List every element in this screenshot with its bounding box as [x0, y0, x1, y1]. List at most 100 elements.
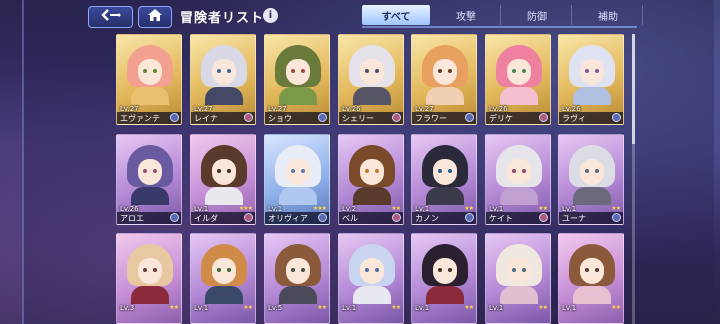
back-arrow-icon [100, 8, 122, 26]
character-portrait [422, 145, 468, 205]
character-portrait [496, 45, 542, 105]
portrait-outfit [426, 286, 464, 304]
portrait-outfit [500, 286, 538, 304]
scrollbar-thumb[interactable] [632, 34, 635, 144]
portrait-eye [365, 169, 369, 173]
class-badge-icon [465, 113, 474, 122]
class-badge-icon [244, 213, 253, 222]
portrait-face [580, 59, 604, 85]
class-badge-icon [392, 113, 401, 122]
adventurer-card[interactable]: Lv.2 ★★ ベル [338, 134, 404, 225]
adventurer-card[interactable]: Lv.26 ラヴィ [558, 34, 624, 125]
portrait-eye [153, 69, 157, 73]
name-bar: デリケ [486, 112, 550, 124]
class-badge-icon [539, 113, 548, 122]
class-badge-icon [244, 113, 253, 122]
portrait-face [138, 159, 162, 185]
rarity-stars: ★★ [611, 304, 621, 311]
class-badge-icon [612, 113, 621, 122]
portrait-outfit [279, 87, 317, 105]
portrait-eye [365, 69, 369, 73]
portrait-outfit [205, 187, 243, 205]
portrait-outfit [131, 187, 169, 205]
adventurer-card[interactable]: Lv.27 レイナ [190, 34, 256, 125]
adventurer-name: カノン [415, 214, 439, 223]
portrait-outfit [205, 87, 243, 105]
portrait-eye [217, 169, 221, 173]
character-portrait [127, 45, 173, 105]
portrait-outfit [131, 286, 169, 304]
adventurer-name: オリヴィア [268, 214, 308, 223]
adventurer-card[interactable]: Lv.1 ★★ [190, 233, 256, 324]
portrait-outfit [500, 87, 538, 105]
portrait-eye [153, 169, 157, 173]
adventurer-card[interactable]: Lv.1 ★★ ユーナ [558, 134, 624, 225]
portrait-eye [448, 169, 452, 173]
adventurer-name: ラヴィ [562, 114, 586, 123]
portrait-face [360, 258, 384, 284]
portrait-eye [448, 69, 452, 73]
tab-attack[interactable]: 攻撃 [432, 5, 501, 25]
adventurer-card[interactable]: Lv.27 ショウ [264, 34, 330, 125]
level-label: Lv.1 [562, 304, 577, 312]
adventurer-card[interactable]: Lv.1 ★★ [338, 233, 404, 324]
adventurer-card[interactable]: Lv.3 ★★ [116, 233, 182, 324]
name-bar: ユーナ [559, 212, 623, 224]
adventurer-card[interactable]: Lv.26 デリケ [485, 34, 551, 125]
portrait-eye [227, 169, 231, 173]
info-icon[interactable]: i [263, 8, 278, 23]
name-bar: アロエ [117, 212, 181, 224]
portrait-face [212, 258, 236, 284]
character-portrait [275, 244, 321, 304]
adventurer-card[interactable]: Lv.27 フラワー [411, 34, 477, 125]
page-title: 冒険者リスト [180, 11, 265, 26]
rarity-stars: ★★ [391, 205, 401, 212]
adventurer-card[interactable]: Lv.26 アロエ [116, 134, 182, 225]
tab-defense[interactable]: 防御 [503, 5, 572, 25]
character-portrait [201, 45, 247, 105]
portrait-eye [217, 268, 221, 272]
level-label: Lv.1 [489, 304, 504, 312]
class-badge-icon [392, 213, 401, 222]
adventurer-name: ユーナ [562, 214, 586, 223]
portrait-face [433, 258, 457, 284]
tab-support[interactable]: 補助 [574, 5, 643, 25]
home-button[interactable] [138, 6, 172, 28]
adventurer-card[interactable]: Lv.27 エヴァンテ [116, 34, 182, 125]
adventurer-name: エヴァンテ [120, 114, 160, 123]
adventurer-card[interactable]: Lv.1 ★★★ オリヴィア [264, 134, 330, 225]
adventurer-card[interactable]: Lv.1 ★★ [411, 233, 477, 324]
class-badge-icon [539, 213, 548, 222]
portrait-eye [595, 69, 599, 73]
adventurer-card[interactable]: Lv.5 ★★ [264, 233, 330, 324]
portrait-face [212, 59, 236, 85]
adventurer-card[interactable]: Lv.1 ★★ [558, 233, 624, 324]
portrait-eye [512, 169, 516, 173]
adventurer-card[interactable]: Lv.1 ★★ [485, 233, 551, 324]
portrait-outfit [205, 286, 243, 304]
character-portrait [275, 145, 321, 205]
tab-all[interactable]: すべて [362, 5, 430, 25]
portrait-outfit [353, 286, 391, 304]
adventurer-card[interactable]: Lv.1 ★★ ケイト [485, 134, 551, 225]
portrait-outfit [279, 286, 317, 304]
name-bar: ラヴィ [559, 112, 623, 124]
character-portrait [349, 45, 395, 105]
character-portrait [127, 145, 173, 205]
adventurer-card[interactable]: Lv.1 ★★★ イルダ [190, 134, 256, 225]
filter-tabs: すべて 攻撃 防御 補助 [362, 5, 645, 27]
back-button[interactable] [88, 6, 133, 28]
portrait-eye [522, 169, 526, 173]
adventurer-card[interactable]: Lv.26 シェリー [338, 34, 404, 125]
portrait-eye [438, 268, 442, 272]
portrait-eye [522, 268, 526, 272]
portrait-face [433, 59, 457, 85]
character-portrait [569, 45, 615, 105]
name-bar: ショウ [265, 112, 329, 124]
adventurer-card[interactable]: Lv.1 ★★ カノン [411, 134, 477, 225]
portrait-eye [438, 69, 442, 73]
adventurer-name: デリケ [489, 114, 513, 123]
character-portrait [201, 244, 247, 304]
level-label: Lv.1 [415, 304, 430, 312]
portrait-face [507, 258, 531, 284]
